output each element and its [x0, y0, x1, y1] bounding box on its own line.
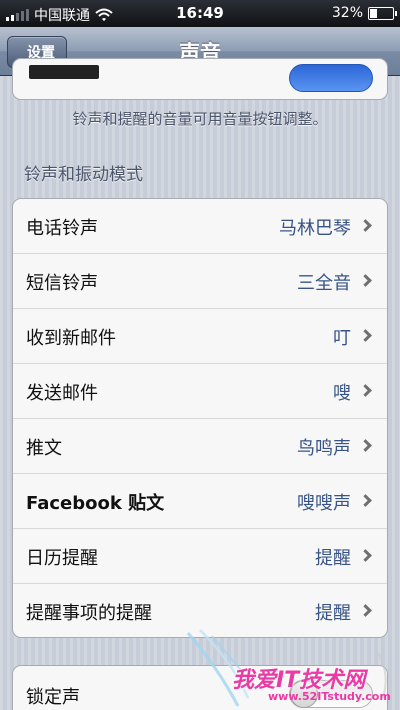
row-label: 提醒事项的提醒	[26, 603, 152, 624]
row-value: 嗖嗖声	[297, 493, 351, 514]
chevron-right-icon	[359, 219, 372, 232]
change-with-buttons-toggle[interactable]	[289, 64, 373, 92]
chevron-right-icon	[359, 329, 372, 342]
battery-fill	[370, 8, 377, 18]
row-ringtone[interactable]: 电话铃声 马林巴琴	[13, 199, 387, 254]
row-value: 三全音	[297, 273, 351, 294]
chevron-right-icon	[359, 384, 372, 397]
row-label: 日历提醒	[26, 548, 98, 569]
battery-icon	[368, 6, 397, 20]
row-value: 马林巴琴	[279, 218, 351, 239]
row-value: 鸟鸣声	[297, 438, 351, 459]
ringtone-settings-group: 电话铃声 马林巴琴 短信铃声 三全音 收到新邮件 叮 发送邮件 嗖 推文 鸟鸣声…	[12, 198, 388, 638]
clipped-row-label	[29, 65, 99, 79]
chevron-right-icon	[359, 494, 372, 507]
section-header-ringtones: 铃声和振动模式	[24, 165, 143, 185]
volume-footer-note: 铃声和提醒的音量可用音量按钮调整。	[72, 110, 328, 128]
chevron-right-icon	[359, 439, 372, 452]
battery-percent: 32%	[331, 5, 363, 21]
row-value: 叮	[333, 328, 351, 349]
row-label: 短信铃声	[26, 273, 98, 294]
row-sent-mail[interactable]: 发送邮件 嗖	[13, 364, 387, 419]
row-text-tone[interactable]: 短信铃声 三全音	[13, 254, 387, 309]
row-tweet[interactable]: 推文 鸟鸣声	[13, 419, 387, 474]
row-label: 发送邮件	[26, 383, 98, 404]
chevron-right-icon	[359, 549, 372, 562]
watermark-url: www.52ITstudy.com	[268, 690, 391, 703]
row-new-mail[interactable]: 收到新邮件 叮	[13, 309, 387, 364]
row-value: 提醒	[315, 548, 351, 569]
volume-group-partial	[12, 58, 388, 100]
row-value: 提醒	[315, 603, 351, 624]
row-value: 嗖	[333, 383, 351, 404]
row-label: Facebook 贴文	[26, 493, 165, 514]
row-label: 收到新邮件	[26, 328, 116, 349]
lock-sound-label: 锁定声	[26, 687, 80, 708]
row-calendar-alerts[interactable]: 日历提醒 提醒	[13, 529, 387, 584]
status-right: 32%	[331, 5, 397, 21]
chevron-right-icon	[359, 604, 372, 617]
row-facebook-post[interactable]: Facebook 贴文 嗖嗖声	[13, 474, 387, 529]
row-label: 推文	[26, 438, 62, 459]
status-bar: 中国联通 16:49 32%	[0, 0, 400, 27]
chevron-right-icon	[359, 274, 372, 287]
row-label: 电话铃声	[26, 218, 98, 239]
